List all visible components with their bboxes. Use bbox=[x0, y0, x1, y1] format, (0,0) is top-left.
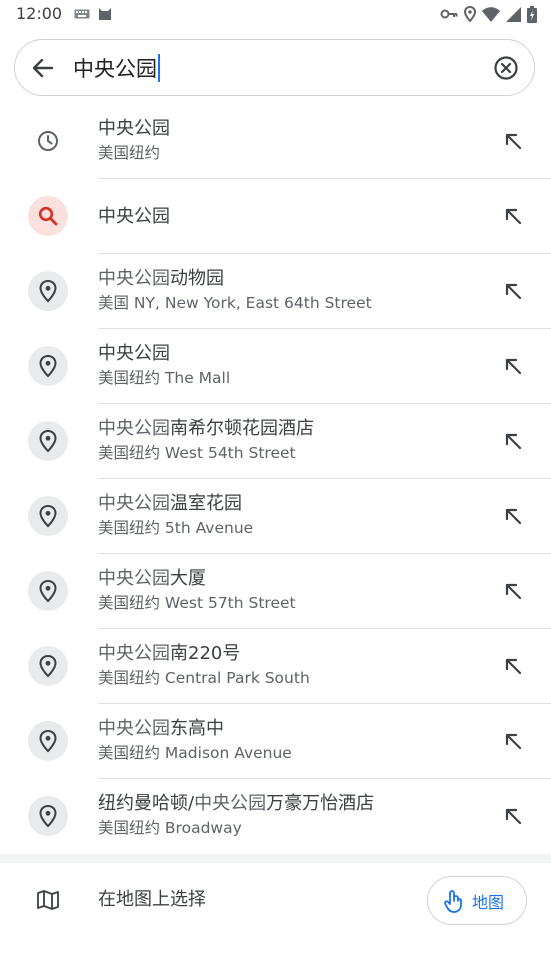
suggestion-subtitle: 美国纽约 5th Avenue bbox=[98, 519, 254, 537]
suggestion-subtitle: 美国纽约 bbox=[98, 144, 161, 162]
battery-icon bbox=[527, 5, 537, 23]
suggestion-title-match: 中央公园 bbox=[98, 493, 170, 514]
suggestion-row[interactable]: 中央公园东高中美国纽约 Madison Avenue bbox=[0, 704, 551, 779]
place-pin-icon bbox=[28, 721, 68, 761]
bottom-divider bbox=[0, 854, 551, 863]
suggestion-title-text: 中央公园 bbox=[98, 206, 170, 227]
map-chip-button[interactable]: 地图 bbox=[427, 876, 527, 925]
suggestion-title-match: 中央公园 bbox=[98, 568, 170, 589]
suggestion-title-text: 南220号 bbox=[170, 643, 241, 664]
place-pin-icon bbox=[28, 796, 68, 836]
signal-icon bbox=[506, 6, 521, 22]
map-chip-label[interactable]: 地图 bbox=[472, 889, 504, 913]
suggestion-title: 中央公园大厦 bbox=[98, 567, 481, 591]
suggestion-title-text: 大厦 bbox=[170, 568, 206, 589]
text-cursor bbox=[158, 54, 160, 82]
suggestion-row[interactable]: 中央公园大厦美国纽约 West 57th Street bbox=[0, 554, 551, 629]
place-pin-icon bbox=[28, 571, 68, 611]
location-icon bbox=[464, 6, 476, 22]
suggestion-title-prefix: 纽约曼哈顿/ bbox=[98, 793, 195, 814]
touch-icon bbox=[444, 889, 462, 913]
suggestion-title: 中央公园 bbox=[98, 342, 481, 366]
suggestion-subtitle: 美国纽约 West 57th Street bbox=[98, 594, 296, 612]
suggestion-title-text: 温室花园 bbox=[170, 493, 242, 514]
fill-query-arrow-icon[interactable] bbox=[503, 806, 523, 826]
suggestion-row[interactable]: 纽约曼哈顿/中央公园万豪万怡酒店美国纽约 Broadway bbox=[0, 779, 551, 854]
suggestion-title-match: 中央公园 bbox=[98, 643, 170, 664]
place-pin-icon bbox=[28, 496, 68, 536]
choose-on-map-label[interactable]: 在地图上选择 bbox=[98, 887, 206, 913]
suggestion-row[interactable]: 中央公园南希尔顿花园酒店美国纽约 West 54th Street bbox=[0, 404, 551, 479]
place-pin-icon bbox=[28, 346, 68, 386]
fill-query-arrow-icon[interactable] bbox=[503, 506, 523, 526]
suggestion-row[interactable]: 中央公园美国纽约 The Mall bbox=[0, 329, 551, 404]
suggestion-subtitle: 美国纽约 Broadway bbox=[98, 819, 242, 837]
suggestion-subtitle: 美国 NY, New York, East 64th Street bbox=[98, 294, 372, 312]
suggestion-title-text: 中央公园 bbox=[98, 343, 170, 364]
fill-query-arrow-icon[interactable] bbox=[503, 431, 523, 451]
suggestion-title-text: 东高中 bbox=[170, 718, 224, 739]
search-bar: 中央公园 bbox=[14, 39, 535, 96]
suggestion-title-match: 中央公园 bbox=[98, 268, 170, 289]
status-bar: 12:00 bbox=[0, 0, 551, 28]
fill-query-arrow-icon[interactable] bbox=[503, 131, 523, 151]
vpn-key-icon bbox=[440, 9, 458, 19]
suggestion-subtitle: 美国纽约 Central Park South bbox=[98, 669, 310, 687]
suggestion-row[interactable]: 中央公园南220号美国纽约 Central Park South bbox=[0, 629, 551, 704]
wifi-icon bbox=[482, 6, 500, 22]
suggestion-title-text: 动物园 bbox=[170, 268, 224, 289]
suggestion-title-text: 南希尔顿花园酒店 bbox=[170, 418, 314, 439]
suggestion-title: 中央公园 bbox=[98, 117, 481, 141]
choose-on-map-row[interactable]: 在地图上选择 地图 bbox=[0, 863, 551, 938]
fill-query-arrow-icon[interactable] bbox=[503, 581, 523, 601]
suggestion-row[interactable]: 中央公园动物园美国 NY, New York, East 64th Street bbox=[0, 254, 551, 329]
suggestion-title: 中央公园南希尔顿花园酒店 bbox=[98, 417, 481, 441]
suggestion-title: 中央公园 bbox=[98, 205, 481, 229]
suggestion-row[interactable]: 中央公园 bbox=[0, 179, 551, 254]
suggestion-title: 中央公园温室花园 bbox=[98, 492, 481, 516]
place-pin-icon bbox=[28, 271, 68, 311]
suggestion-title-text: 中央公园 bbox=[98, 118, 170, 139]
suggestion-title: 中央公园东高中 bbox=[98, 717, 481, 741]
fill-query-arrow-icon[interactable] bbox=[503, 656, 523, 676]
clock-icon bbox=[28, 121, 68, 161]
suggestion-list: 中央公园 美国纽约 中央公园 中央公园动物园 美国 NY, New York, East… bbox=[0, 104, 551, 854]
clear-icon[interactable] bbox=[492, 54, 520, 82]
suggestion-title: 中央公园动物园 bbox=[98, 267, 481, 291]
suggestion-title-match: 中央公园 bbox=[98, 718, 170, 739]
suggestion-title-text: 万豪万怡酒店 bbox=[266, 793, 375, 814]
suggestion-subtitle: 美国纽约 West 54th Street bbox=[98, 444, 296, 462]
suggestion-row[interactable]: 中央公园 美国纽约 bbox=[0, 104, 551, 179]
suggestion-subtitle: 美国纽约 Madison Avenue bbox=[98, 744, 292, 762]
status-time: 12:00 bbox=[16, 4, 63, 23]
suggestion-row[interactable]: 中央公园温室花园美国纽约 5th Avenue bbox=[0, 479, 551, 554]
fill-query-arrow-icon[interactable] bbox=[503, 281, 523, 301]
search-input[interactable]: 中央公园 bbox=[73, 51, 160, 85]
keyboard-icon bbox=[74, 9, 90, 19]
fill-query-arrow-icon[interactable] bbox=[503, 206, 523, 226]
suggestion-title: 纽约曼哈顿/中央公园万豪万怡酒店 bbox=[98, 792, 481, 816]
search-icon bbox=[28, 196, 68, 236]
map-icon bbox=[37, 890, 59, 910]
place-pin-icon bbox=[28, 646, 68, 686]
back-arrow-icon[interactable] bbox=[29, 54, 57, 82]
suggestion-title-match: 中央公园 bbox=[194, 793, 267, 814]
cat-icon bbox=[99, 8, 111, 20]
suggestion-title-match: 中央公园 bbox=[98, 418, 170, 439]
fill-query-arrow-icon[interactable] bbox=[503, 356, 523, 376]
suggestion-title: 中央公园南220号 bbox=[98, 642, 481, 666]
search-query-text[interactable]: 中央公园 bbox=[73, 53, 157, 83]
suggestion-subtitle: 美国纽约 The Mall bbox=[98, 369, 231, 387]
fill-query-arrow-icon[interactable] bbox=[503, 731, 523, 751]
place-pin-icon bbox=[28, 421, 68, 461]
